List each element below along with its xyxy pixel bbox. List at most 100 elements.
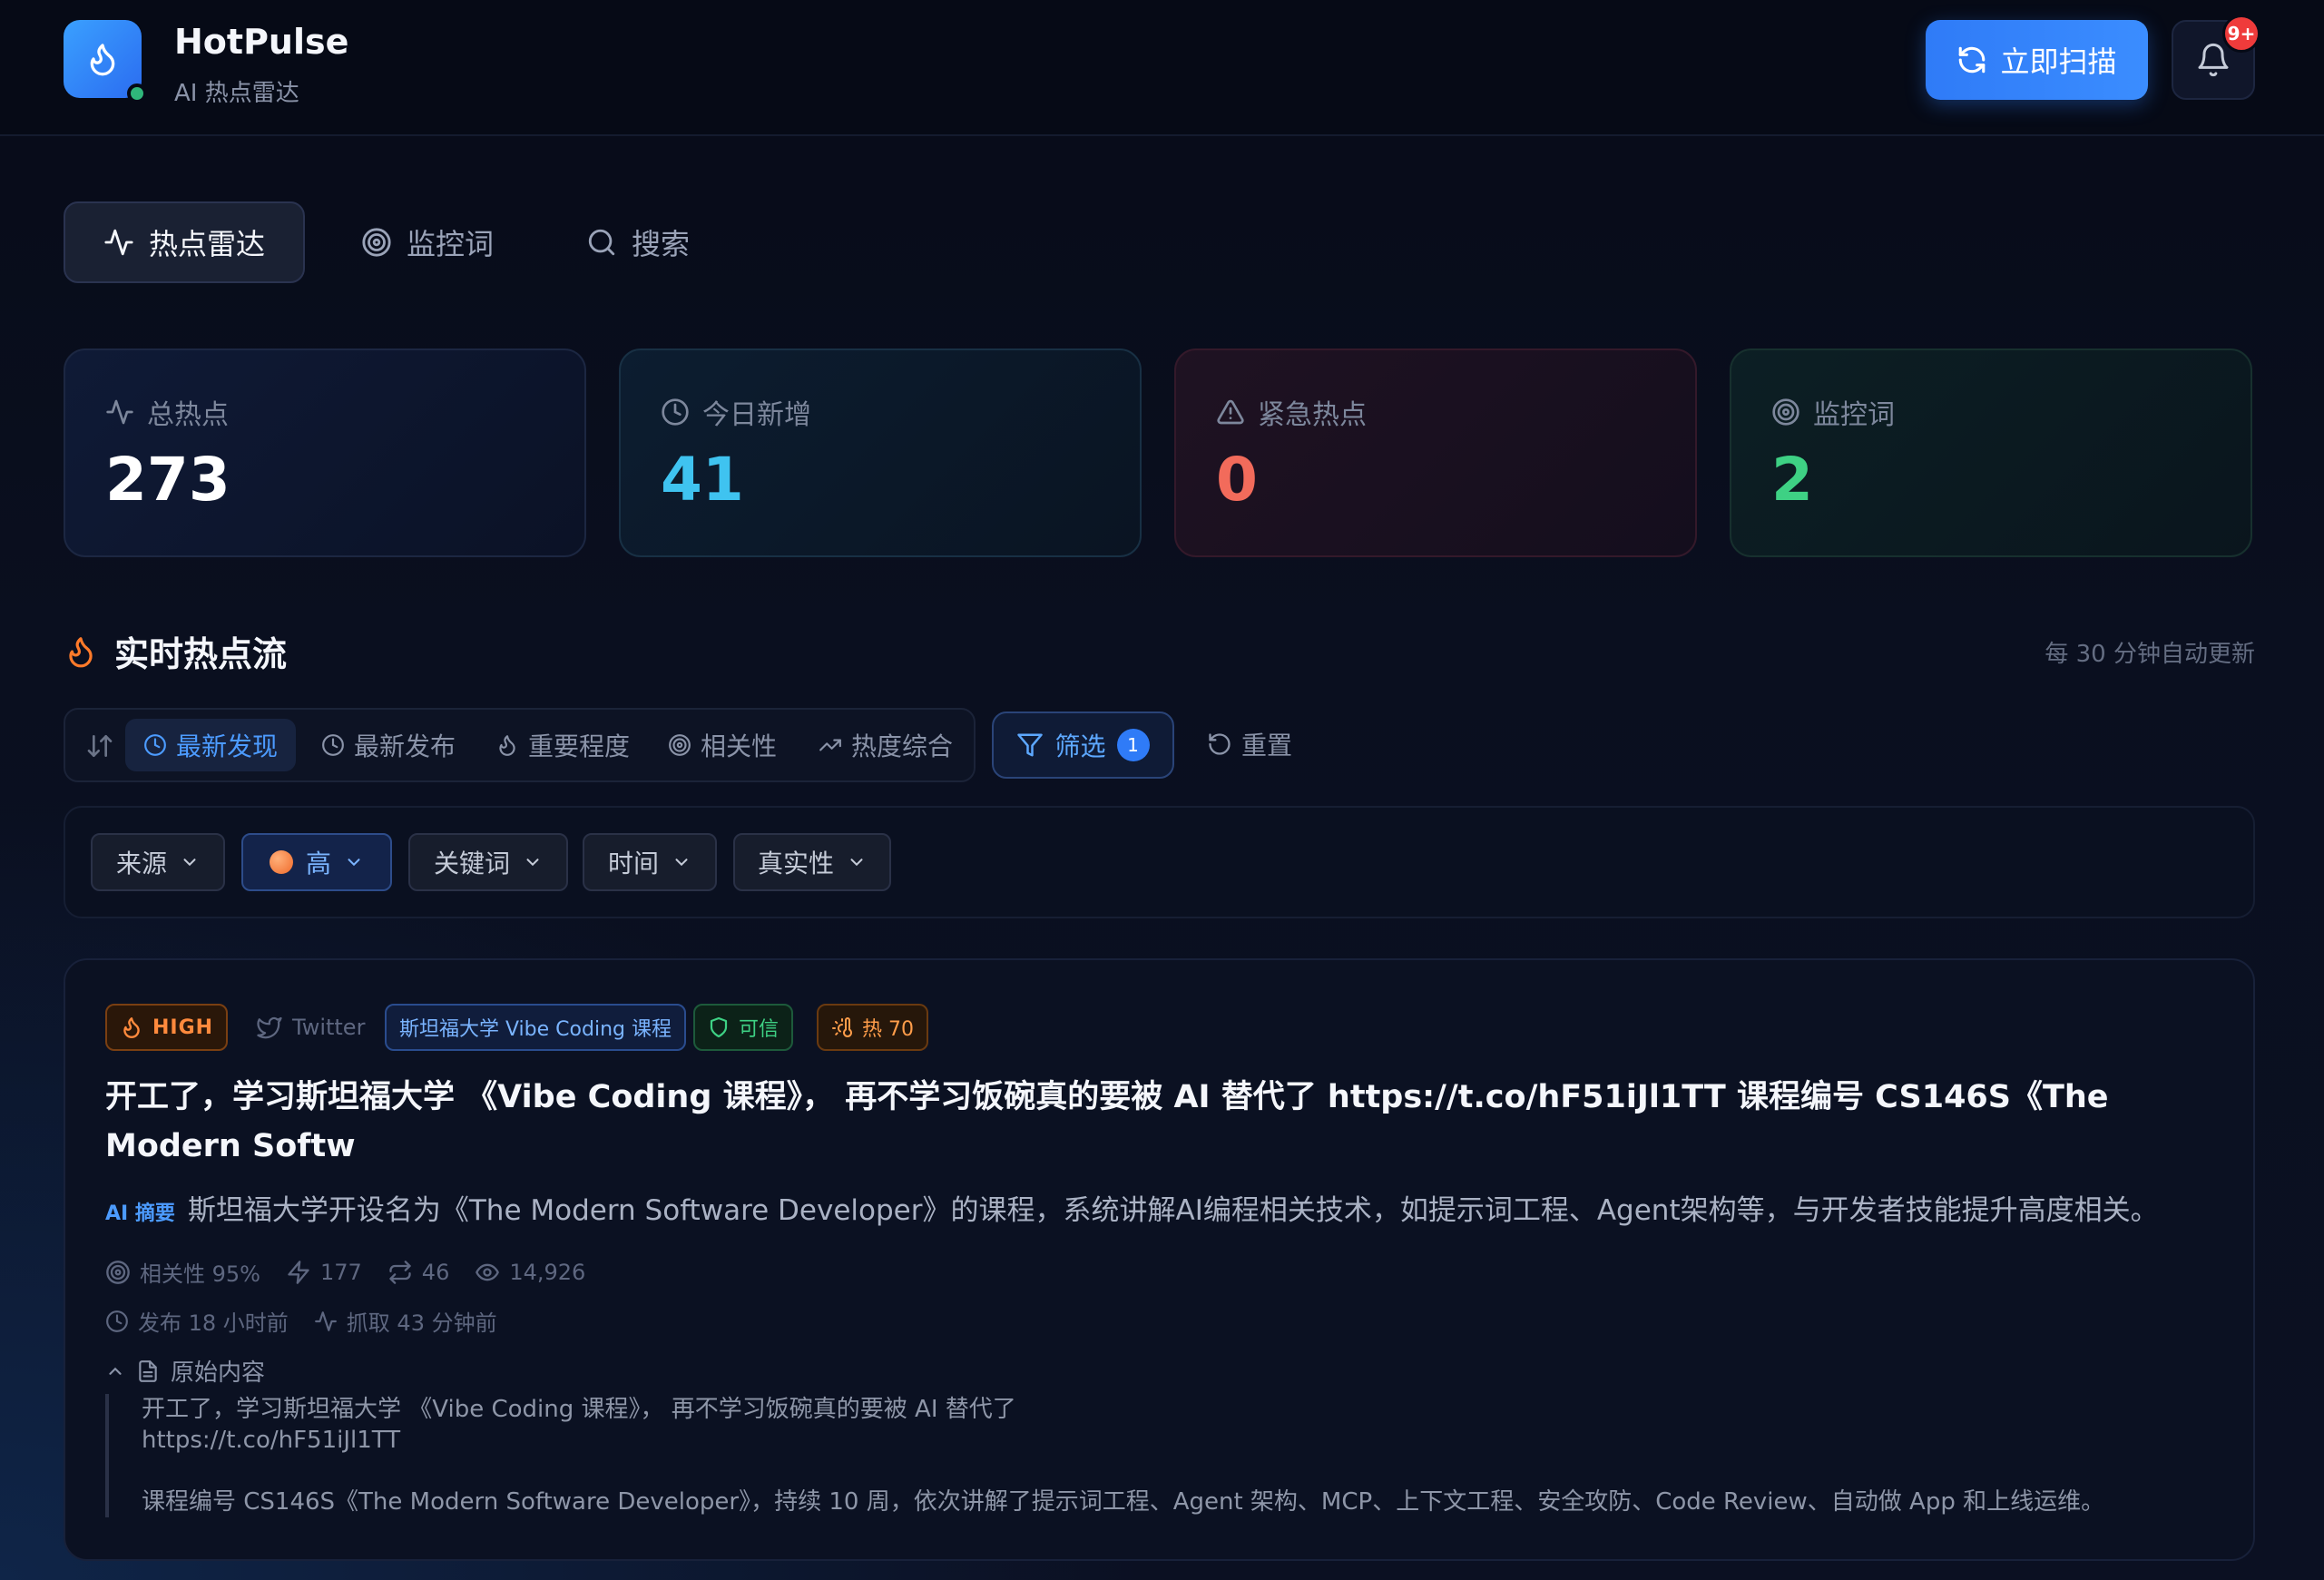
- target-icon: [1772, 398, 1799, 426]
- heat-badge: 热 70: [817, 1004, 928, 1051]
- tab-label: 热点雷达: [148, 227, 265, 261]
- filter-button[interactable]: 筛选 1: [992, 711, 1174, 779]
- likes-metric: 177: [286, 1260, 362, 1285]
- filter-label: 筛选: [1054, 731, 1106, 761]
- chevron-down-icon: [850, 859, 863, 867]
- tab-label: 监控词: [407, 227, 495, 261]
- target-icon: [669, 734, 691, 756]
- twitter-icon: [257, 1016, 282, 1039]
- clock-icon: [322, 734, 344, 756]
- stat-card-urgent: 紧急热点 0: [1174, 348, 1697, 557]
- clock-icon: [106, 1310, 128, 1332]
- sort-arrows-icon: [87, 735, 113, 757]
- hot-item-title[interactable]: 开工了，学习斯坦福大学 《Vibe Coding 课程》， 再不学习饭碗真的要被…: [105, 1073, 2192, 1171]
- zap-icon: [288, 1260, 309, 1284]
- retweets-metric: 46: [387, 1260, 449, 1285]
- time-info: 发布 18 小时前 抓取 43 分钟前: [105, 1305, 497, 1337]
- app-title: HotPulse: [174, 22, 349, 62]
- notifications-button[interactable]: 9+: [2172, 15, 2260, 100]
- sort-latest-published[interactable]: 最新发布: [321, 719, 456, 771]
- sort-relevance[interactable]: 相关性: [668, 719, 777, 771]
- flame-icon: [90, 44, 115, 76]
- repeat-icon: [389, 1260, 411, 1284]
- reset-button[interactable]: 重置: [1207, 726, 1292, 762]
- filter-chip-authenticity[interactable]: 真实性: [733, 833, 891, 891]
- shield-icon: [710, 1016, 728, 1038]
- stat-label: 紧急热点: [1258, 399, 1367, 431]
- chevron-down-icon: [348, 859, 360, 867]
- alert-icon: [1217, 399, 1244, 425]
- trending-up-icon: [819, 739, 841, 751]
- refresh-icon: [1959, 46, 1986, 74]
- reset-label: 重置: [1241, 731, 1293, 761]
- tab-search[interactable]: 搜索: [586, 201, 690, 283]
- sort-heat[interactable]: 热度综合: [819, 719, 953, 771]
- file-text-icon: [139, 1359, 157, 1382]
- sort-latest-found[interactable]: 最新发现: [125, 719, 297, 771]
- raw-content: 开工了，学习斯坦福大学 《Vibe Coding 课程》， 再不学习饭碗真的要被…: [105, 1394, 2192, 1517]
- stat-label: 总热点: [147, 399, 229, 431]
- tab-monitor-words[interactable]: 监控词: [361, 201, 494, 283]
- raw-content-toggle[interactable]: 原始内容: [105, 1354, 265, 1388]
- hot-item-card[interactable]: HIGH Twitter 斯坦福大学 Vibe Coding 课程 可信 热 7…: [64, 958, 2255, 1561]
- tab-hot-radar[interactable]: 热点雷达: [64, 201, 305, 283]
- chevron-down-icon: [675, 859, 688, 867]
- auto-update-note: 每 30 分钟自动更新: [2045, 641, 2255, 668]
- stat-card-total: 总热点 273: [64, 348, 586, 557]
- app-logo[interactable]: [64, 20, 147, 103]
- stat-label: 监控词: [1813, 399, 1895, 431]
- topic-tag[interactable]: 斯坦福大学 Vibe Coding 课程: [385, 1004, 686, 1051]
- scan-now-button[interactable]: 立即扫描: [1926, 20, 2148, 100]
- stream-title-text: 实时热点流: [114, 634, 288, 674]
- activity-icon: [106, 399, 133, 425]
- chevron-down-icon: [183, 859, 196, 867]
- credibility-badge: 可信: [693, 1004, 794, 1051]
- sort-bar: 最新发现 最新发布 重要程度 相关性 热度综合: [64, 708, 976, 782]
- stat-card-today: 今日新增 41: [619, 348, 1142, 557]
- notification-count-badge: 9+: [2222, 15, 2260, 53]
- engagement-metrics: 相关性 95% 177 46 14,926: [105, 1256, 585, 1288]
- filter-chip-keyword[interactable]: 关键词: [408, 833, 568, 891]
- flame-icon: [69, 636, 93, 667]
- search-icon: [588, 229, 615, 256]
- flame-icon: [499, 735, 515, 756]
- thermometer-sun-icon: [832, 1017, 852, 1037]
- filter-panel: 来源 高 关键词 时间 真实性: [64, 806, 2255, 918]
- tab-label: 搜索: [632, 227, 691, 261]
- stat-value: 0: [1216, 445, 1258, 515]
- views-metric: 14,926: [475, 1260, 585, 1285]
- relevance-metric: 相关性 95%: [105, 1256, 260, 1288]
- filter-chip-time[interactable]: 时间: [583, 833, 717, 891]
- filter-chip-importance[interactable]: 高: [241, 833, 392, 891]
- sort-importance[interactable]: 重要程度: [495, 719, 630, 771]
- app-subtitle: AI 热点雷达: [174, 80, 299, 107]
- filter-chip-source[interactable]: 来源: [91, 833, 225, 891]
- target-icon: [362, 228, 391, 257]
- clock-icon: [662, 398, 689, 426]
- fetched-time: 抓取 43 分钟前: [314, 1305, 497, 1337]
- activity-icon: [314, 1310, 337, 1331]
- bell-icon: [2198, 43, 2229, 77]
- ai-summary-label: AI 摘要: [105, 1202, 175, 1225]
- stat-value: 273: [105, 445, 230, 515]
- clock-icon: [144, 734, 166, 756]
- published-time: 发布 18 小时前: [105, 1305, 289, 1337]
- ai-summary: AI 摘要 斯坦福大学开设名为《The Modern Software Deve…: [105, 1187, 2220, 1228]
- rotate-ccw-icon: [1209, 733, 1231, 755]
- stat-label: 今日新增: [702, 399, 811, 431]
- stat-value: 2: [1771, 445, 1813, 515]
- stat-value: 41: [661, 445, 744, 515]
- raw-link[interactable]: https://t.co/hF51iJl1TT: [142, 1425, 2192, 1456]
- raw-line: 课程编号 CS146S《The Modern Software Develope…: [142, 1488, 2105, 1516]
- online-status-dot: [127, 83, 147, 103]
- level-badge: HIGH: [105, 1004, 229, 1051]
- ai-summary-text: 斯坦福大学开设名为《The Modern Software Developer》…: [187, 1194, 2159, 1227]
- eye-icon: [476, 1263, 500, 1281]
- filter-icon: [1017, 733, 1044, 757]
- filter-count-badge: 1: [1116, 729, 1150, 761]
- importance-dot-icon: [269, 850, 293, 874]
- activity-icon: [104, 229, 133, 256]
- stat-card-monitor: 监控词 2: [1730, 348, 2252, 557]
- chevron-down-icon: [526, 859, 539, 867]
- raw-line: 开工了，学习斯坦福大学 《Vibe Coding 课程》， 再不学习饭碗真的要被…: [142, 1396, 1016, 1423]
